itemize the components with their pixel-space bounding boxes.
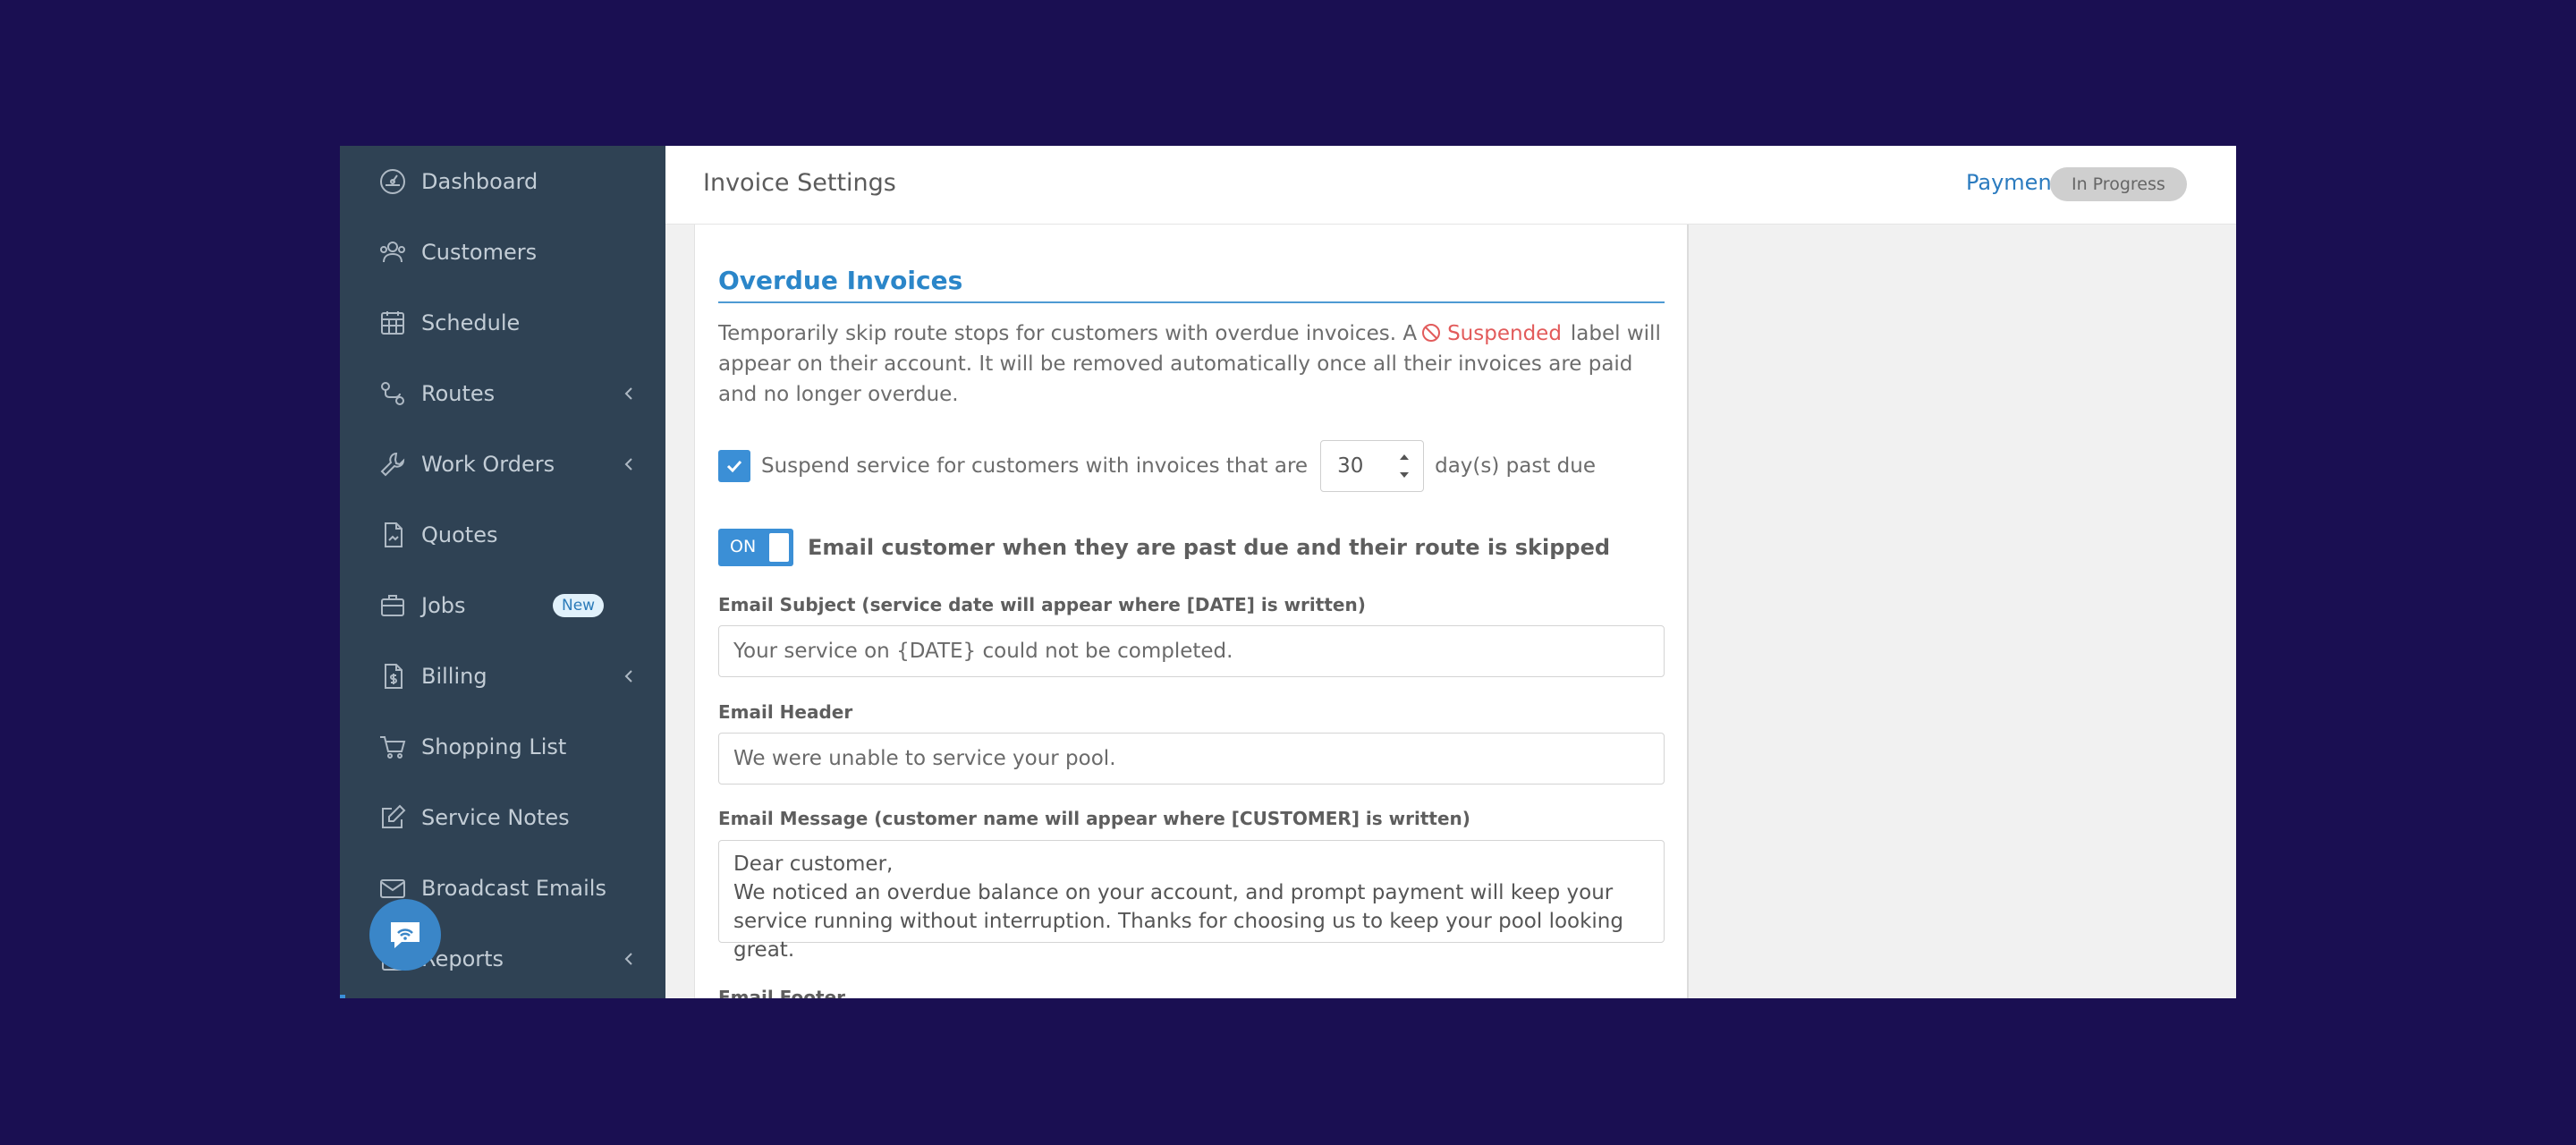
sidebar-item-shopping-list[interactable]: Shopping List (340, 711, 665, 782)
chat-support-button[interactable] (369, 899, 441, 971)
sidebar-item-routes[interactable]: Routes (340, 358, 665, 428)
chevron-left-icon (624, 952, 632, 965)
toggle-knob (769, 533, 789, 562)
section-divider (718, 301, 1665, 303)
suspend-service-checkbox[interactable] (718, 450, 750, 482)
email-message-text: Dear customer, We noticed an overdue bal… (733, 850, 1637, 964)
email-footer-label: Email Footer (718, 987, 845, 998)
chevron-left-icon (624, 669, 632, 683)
sidebar-item-work-orders[interactable]: Work Orders (340, 428, 665, 499)
sidebar-item-label: Dashboard (421, 168, 538, 194)
overdue-description: Temporarily skip route stops for custome… (718, 318, 1670, 410)
sidebar-item-quotes[interactable]: Quotes (340, 499, 665, 570)
email-toggle-row: ON Email customer when they are past due… (718, 529, 1610, 566)
email-customer-label: Email customer when they are past due an… (808, 535, 1611, 560)
email-header-label: Email Header (718, 701, 853, 723)
sidebar-item-label: Customers (421, 239, 538, 265)
section-title: Overdue Invoices (718, 266, 963, 295)
wrench-icon (377, 449, 408, 479)
email-message-line: Dear customer, (733, 852, 894, 876)
payments-status-badge: In Progress (2050, 167, 2187, 201)
email-customer-toggle[interactable]: ON (718, 529, 793, 566)
suspend-service-row: Suspend service for customers with invoi… (718, 439, 1596, 493)
sidebar-item-label: Billing (421, 663, 487, 689)
sidebar-scroll-indicator (340, 995, 345, 998)
chevron-left-icon (624, 457, 632, 471)
email-message-line: We noticed an overdue balance on your ac… (733, 881, 1623, 962)
email-subject-label: Email Subject (service date will appear … (718, 594, 1366, 615)
sidebar-item-billing[interactable]: Billing (340, 640, 665, 711)
sidebar-item-label: Service Notes (421, 804, 570, 830)
sidebar: Dashboard Customers Schedule Routes Work… (340, 146, 665, 998)
document-icon (377, 520, 408, 550)
days-past-due-input[interactable]: 30 (1320, 440, 1425, 492)
sidebar-item-label: Shopping List (421, 734, 567, 759)
app-window: Dashboard Customers Schedule Routes Work… (340, 146, 2236, 998)
top-bar: Invoice Settings Payments: In Progress (665, 146, 2236, 225)
email-header-input[interactable]: We were unable to service your pool. (718, 733, 1665, 785)
increment-icon[interactable] (1398, 453, 1411, 462)
edit-icon (377, 802, 408, 833)
toggle-state-label: ON (730, 537, 757, 556)
sidebar-item-service-notes[interactable]: Service Notes (340, 782, 665, 852)
sidebar-item-label: Routes (421, 380, 496, 406)
sidebar-item-schedule[interactable]: Schedule (340, 287, 665, 358)
sidebar-item-dashboard[interactable]: Dashboard (340, 146, 665, 216)
page-title: Invoice Settings (703, 169, 896, 197)
email-message-textarea[interactable]: Dear customer, We noticed an overdue bal… (718, 840, 1665, 962)
sidebar-item-jobs[interactable]: Jobs New (340, 570, 665, 640)
suspend-service-label: Suspend service for customers with invoi… (761, 454, 1309, 478)
email-message-label: Email Message (customer name will appear… (718, 808, 1470, 829)
sidebar-item-label: Broadcast Emails (421, 875, 606, 901)
sidebar-item-customers[interactable]: Customers (340, 216, 665, 287)
dashboard-icon (377, 166, 408, 197)
sidebar-item-label: Work Orders (421, 451, 555, 477)
invoice-icon (377, 661, 408, 691)
suspended-label: Suspended (1447, 322, 1562, 345)
sidebar-item-label: Schedule (421, 310, 521, 335)
briefcase-icon (377, 590, 408, 621)
users-icon (377, 237, 408, 267)
sidebar-item-label: Quotes (421, 522, 498, 547)
checkmark-icon (726, 460, 742, 473)
route-icon (377, 378, 408, 409)
overdue-invoices-card: Overdue Invoices Temporarily skip route … (694, 225, 1689, 998)
new-badge: New (553, 593, 605, 617)
ban-icon (1422, 324, 1441, 342)
sidebar-item-label: Jobs (421, 592, 466, 618)
calendar-icon (377, 308, 408, 338)
days-suffix-label: day(s) past due (1435, 454, 1596, 478)
description-text: Temporarily skip route stops for custome… (718, 322, 1418, 345)
chat-icon (391, 922, 419, 948)
chevron-left-icon (624, 386, 632, 400)
days-value: 30 (1337, 454, 1364, 478)
cart-icon (377, 732, 408, 762)
email-subject-input[interactable]: Your service on {DATE} could not be comp… (718, 625, 1665, 677)
decrement-icon[interactable] (1398, 471, 1411, 479)
